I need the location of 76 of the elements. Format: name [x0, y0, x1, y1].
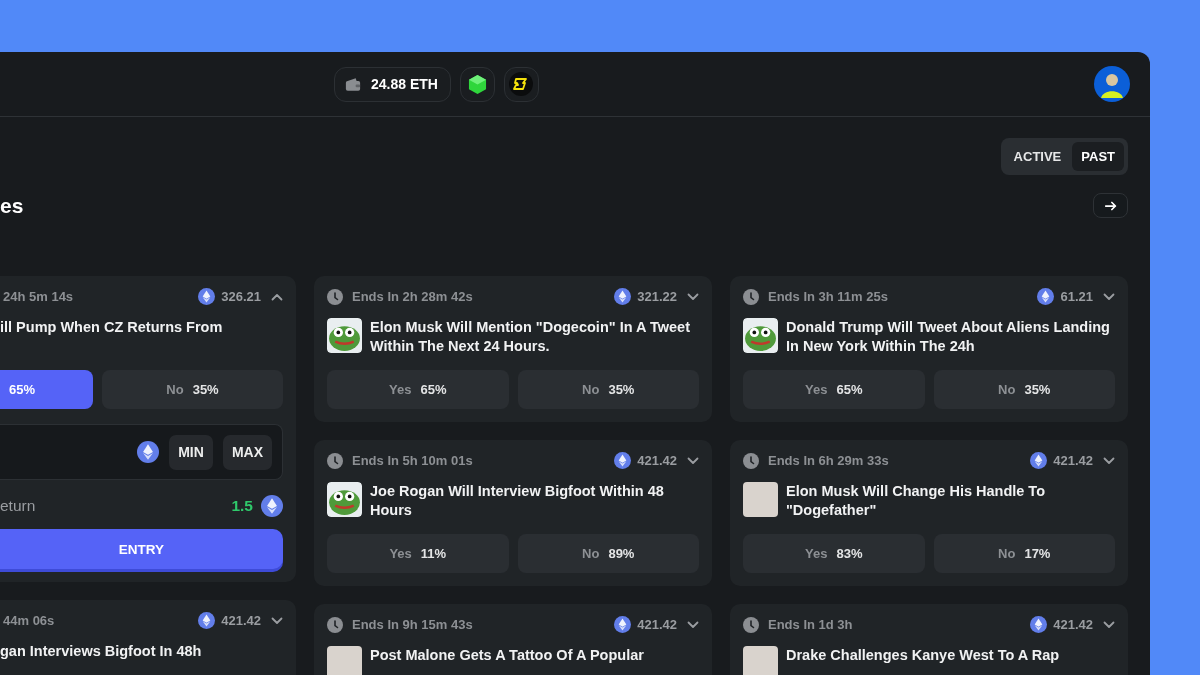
ethereum-icon — [261, 495, 283, 517]
chevron-up-icon[interactable] — [271, 292, 283, 301]
min-button[interactable]: MIN — [169, 434, 213, 470]
ethereum-icon — [198, 612, 216, 629]
question-text: gan Interviews Bigfoot In 48h — [0, 642, 202, 661]
chevron-down-icon[interactable] — [687, 292, 699, 301]
bolt-logo-icon — [509, 72, 534, 96]
countdown-text: Ends In 5h 10m 01s — [352, 453, 473, 468]
wallet-icon — [345, 76, 361, 92]
balance-amount: 24.88 ETH — [371, 76, 438, 92]
countdown-text: Ends In 6h 29m 33s — [768, 453, 889, 468]
ethereum-icon — [614, 288, 632, 305]
countdown-text: Ends In 1d 3h — [768, 617, 853, 632]
answer-option[interactable]: Yes 11% — [327, 534, 509, 573]
answer-option[interactable]: No 35% — [933, 370, 1115, 409]
ethereum-icon — [198, 288, 216, 305]
wallet-balance[interactable]: 24.88 ETH — [334, 66, 451, 102]
frog-drawing — [327, 482, 362, 517]
pool-amount: 421.42 — [1053, 617, 1093, 632]
answer-option[interactable]: No 17% — [933, 534, 1115, 573]
ethereum-icon — [137, 441, 160, 463]
answer-option[interactable]: No 89% — [517, 534, 699, 573]
answer-option[interactable]: Yes 65% — [327, 370, 509, 409]
section-title: es — [0, 193, 25, 218]
photo-placeholder — [327, 646, 362, 675]
frog-drawing — [327, 318, 362, 353]
bet-amount-field[interactable]: MIN MAX — [0, 424, 283, 480]
photo-placeholder — [743, 482, 778, 517]
ethereum-icon — [614, 616, 632, 633]
question-text: ill Pump When CZ Returns From — [0, 318, 223, 337]
ethereum-icon — [1037, 288, 1055, 305]
gem-button[interactable] — [459, 66, 495, 102]
hexagon-gem-icon — [467, 73, 487, 95]
countdown-text: 24h 5m 14s — [3, 289, 74, 304]
filter-tab[interactable]: PAST — [1072, 142, 1124, 171]
pool-amount: 61.21 — [1060, 289, 1093, 304]
question-text: Joe Rogan Will Interview Bigfoot Within 48 Hours — [370, 482, 665, 520]
pool-amount: 321.22 — [637, 289, 677, 304]
question-text: Post Malone Gets A Tattoo Of A Popular — [370, 646, 644, 665]
pool-amount: 421.42 — [221, 613, 261, 628]
answer-option[interactable]: No 35% — [102, 370, 283, 409]
question-text: Drake Challenges Kanye West To A Rap — [786, 646, 1060, 665]
countdown-text: Ends In 9h 15m 43s — [352, 617, 473, 632]
chevron-down-icon[interactable] — [271, 616, 283, 625]
countdown-text: Ends In 2h 28m 42s — [352, 289, 473, 304]
answer-option[interactable]: Yes 65% — [743, 370, 925, 409]
ethereum-icon — [614, 452, 632, 469]
question-text: Elon Musk Will Change His Handle To "Dogefather" — [786, 482, 1046, 520]
answer-option[interactable]: No 35% — [517, 370, 699, 409]
chevron-down-icon[interactable] — [687, 620, 699, 629]
filter-tab[interactable]: ACTIVE — [1004, 142, 1071, 171]
question-text: Donald Trump Will Tweet About Aliens Landing In New York Within The 24h — [786, 318, 1111, 356]
pool-amount: 421.42 — [637, 617, 677, 632]
countdown-text: Ends In 3h 11m 25s — [768, 289, 888, 304]
avatar-silhouette-icon[interactable] — [1094, 66, 1130, 102]
chevron-down-icon[interactable] — [1103, 456, 1115, 465]
frog-drawing — [743, 318, 778, 353]
ethereum-icon — [1030, 616, 1048, 633]
chevron-down-icon[interactable] — [1103, 620, 1115, 629]
photo-placeholder — [743, 646, 778, 675]
chevron-down-icon[interactable] — [687, 456, 699, 465]
max-button[interactable]: MAX — [222, 434, 272, 470]
pool-amount: 421.42 — [1053, 453, 1093, 468]
next-button[interactable] — [1093, 193, 1128, 218]
ethereum-icon — [1030, 452, 1048, 469]
return-label: eturn — [0, 497, 36, 515]
pool-amount: 326.21 — [221, 289, 261, 304]
answer-option[interactable]: Yes 83% — [743, 534, 925, 573]
countdown-text: 44m 06s — [3, 613, 55, 628]
question-text: Elon Musk Will Mention "Dogecoin" In A Tweet Within The Next 24 Hours. — [370, 318, 691, 356]
return-value: 1.5 — [231, 497, 253, 515]
answer-option[interactable]: 65% — [0, 370, 93, 409]
logo-button[interactable] — [503, 66, 539, 102]
entry-button[interactable]: ENTRY — [0, 529, 283, 569]
chevron-down-icon[interactable] — [1103, 292, 1115, 301]
pool-amount: 421.42 — [637, 453, 677, 468]
